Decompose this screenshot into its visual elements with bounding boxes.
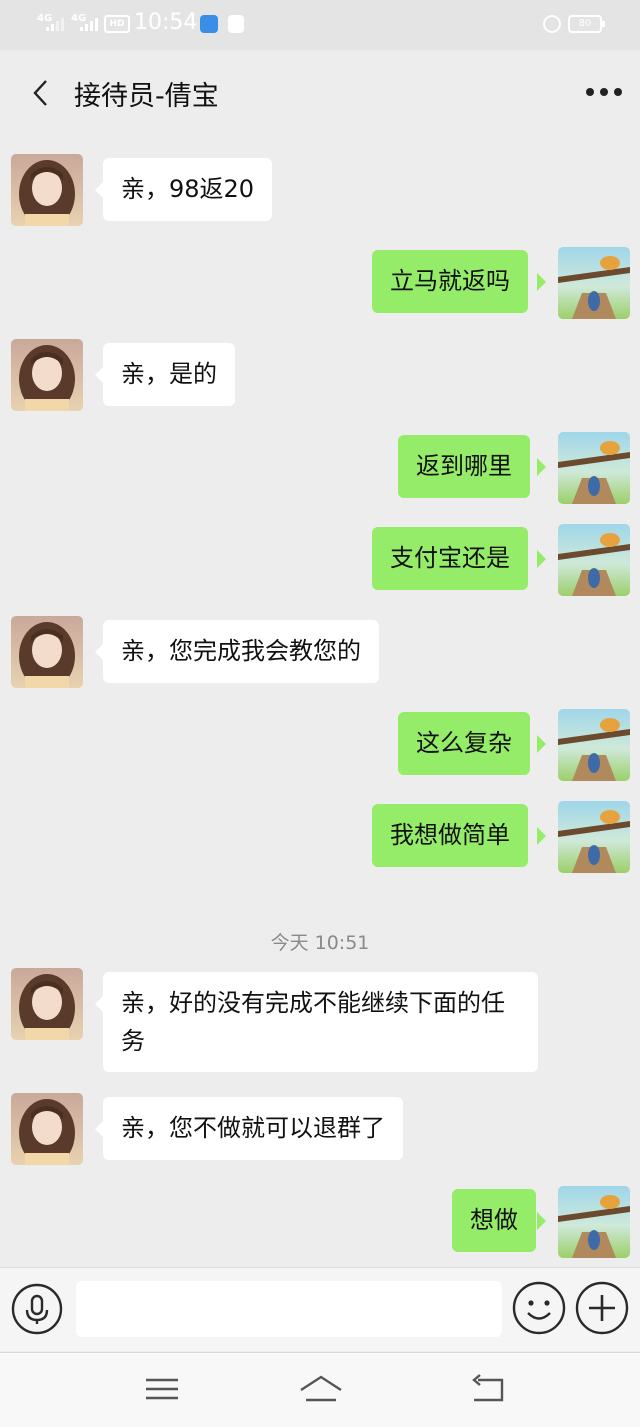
- home-icon[interactable]: [298, 1372, 344, 1406]
- signal-strength-2-icon: [80, 18, 98, 31]
- avatar[interactable]: [11, 968, 83, 1040]
- message-bubble[interactable]: 亲，好的没有完成不能继续下面的任务: [103, 972, 538, 1072]
- avatar[interactable]: [11, 339, 83, 411]
- message-bubble[interactable]: 我想做简单: [372, 804, 528, 867]
- message-bubble[interactable]: 想做: [452, 1189, 536, 1252]
- message-bubble[interactable]: 支付宝还是: [372, 527, 528, 590]
- avatar[interactable]: [558, 524, 630, 596]
- avatar[interactable]: [558, 801, 630, 873]
- signal-strength-1-icon: [46, 18, 64, 31]
- message-bubble[interactable]: 亲，您不做就可以退群了: [103, 1097, 403, 1160]
- avatar[interactable]: [11, 154, 83, 226]
- avatar[interactable]: [558, 709, 630, 781]
- message-bubble[interactable]: 立马就返吗: [372, 250, 528, 313]
- message-bubble[interactable]: 亲，您完成我会教您的: [103, 620, 379, 683]
- message-bubble[interactable]: 亲，是的: [103, 343, 235, 406]
- microphone-icon[interactable]: [11, 1283, 63, 1335]
- message-bubble[interactable]: 亲，98返20: [103, 158, 273, 221]
- hd-voice-icon: HD: [104, 15, 130, 33]
- avatar[interactable]: [11, 616, 83, 688]
- avatar[interactable]: [558, 432, 630, 504]
- back-icon[interactable]: [468, 1372, 508, 1406]
- menu-icon[interactable]: [142, 1372, 182, 1406]
- status-bar: 4G 4G HD 10:54 80: [0, 0, 640, 50]
- message-input[interactable]: [76, 1281, 502, 1337]
- avatar[interactable]: [558, 247, 630, 319]
- plus-icon[interactable]: [575, 1281, 629, 1335]
- avatar[interactable]: [11, 1093, 83, 1165]
- app-notification-icon: [200, 15, 218, 33]
- alarm-icon: [543, 15, 561, 33]
- message-bubble[interactable]: 返到哪里: [398, 435, 530, 498]
- chevron-left-icon[interactable]: [30, 78, 54, 108]
- status-time: 10:54: [134, 10, 198, 35]
- message-timestamp: 今天 10:51: [270, 932, 370, 954]
- message-bubble[interactable]: 这么复杂: [398, 712, 530, 775]
- notification-icon: [228, 15, 244, 33]
- battery-icon: 80: [568, 15, 605, 33]
- more-dots-icon[interactable]: [582, 82, 626, 102]
- chat-title: 接待员-倩宝: [74, 81, 219, 112]
- avatar[interactable]: [558, 1186, 630, 1258]
- smiley-icon[interactable]: [512, 1281, 566, 1335]
